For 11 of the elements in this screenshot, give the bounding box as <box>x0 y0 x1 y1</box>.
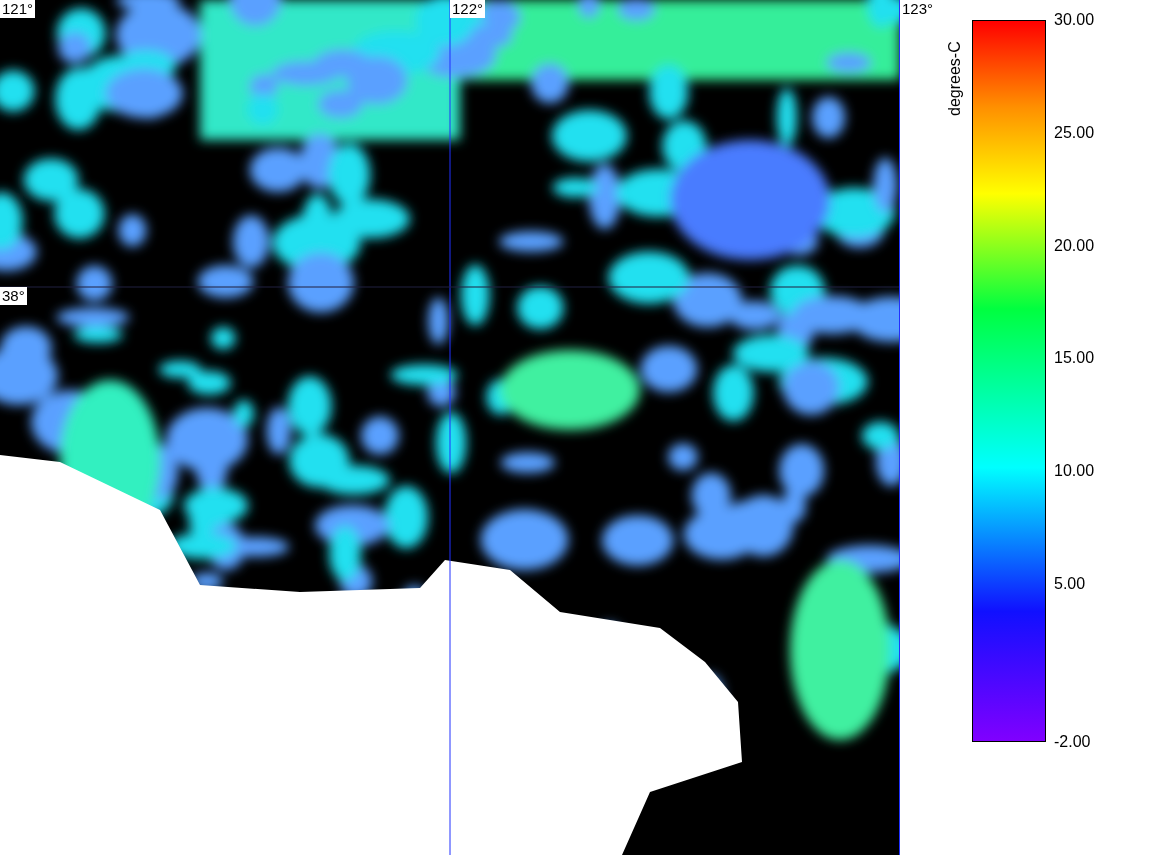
colorbar-tick-label: 10.00 <box>1053 462 1095 481</box>
colorbar-tick-label: 20.00 <box>1053 236 1095 255</box>
longitude-label: 122° <box>450 0 486 18</box>
colorbar-tick-label: -2.00 <box>1053 733 1092 751</box>
colorbar-title: degrees-C <box>946 40 964 116</box>
colorbar-tick-label: 25.00 <box>1053 123 1095 142</box>
colorbar-tick-label: 30.00 <box>1053 11 1095 29</box>
colorbar-tick-label: 5.00 <box>1053 575 1087 593</box>
longitude-label: 121° <box>0 0 36 18</box>
colorbar-tick-label: 15.00 <box>1053 349 1095 368</box>
latitude-label: 38° <box>0 287 27 305</box>
